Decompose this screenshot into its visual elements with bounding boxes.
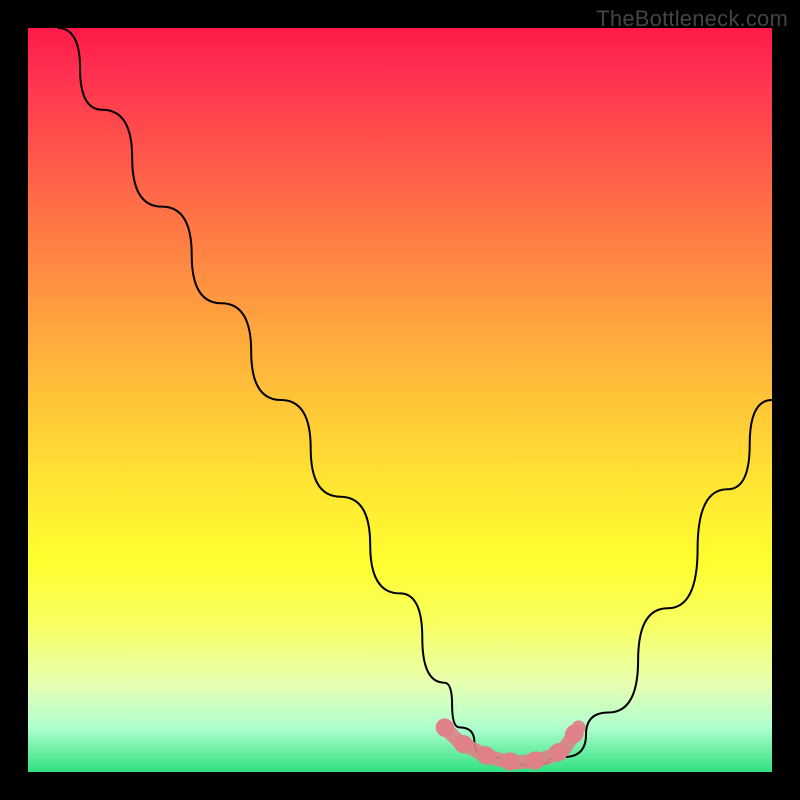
optimal-zone-dots — [445, 727, 579, 762]
bottleneck-curve-line — [58, 28, 772, 765]
chart-container: TheBottleneck.com — [0, 0, 800, 800]
plot-area — [28, 28, 772, 772]
curve-svg — [28, 28, 772, 772]
watermark-text: TheBottleneck.com — [596, 6, 788, 32]
